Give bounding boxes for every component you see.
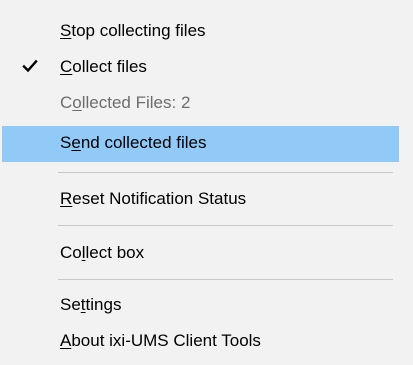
menu-separator (58, 279, 393, 280)
menu-item-about[interactable]: About ixi-UMS Client Tools (2, 324, 399, 360)
menu-item-label: Stop collecting files (60, 21, 206, 40)
checkmark-icon (22, 59, 38, 73)
menu-item-label: About ixi-UMS Client Tools (60, 331, 261, 350)
context-menu: Stop collecting files Collect files Coll… (0, 0, 413, 365)
menu-separator (58, 172, 393, 173)
menu-item-label: Send collected files (60, 133, 207, 152)
menu-item-label: Settings (60, 295, 122, 314)
menu-item-send-collected-files[interactable]: Send collected files (2, 126, 399, 162)
menu-separator (58, 225, 393, 226)
menu-item-collect-box[interactable]: Collect box (2, 236, 399, 272)
menu-item-collect-files[interactable]: Collect files (2, 50, 399, 86)
menu-item-label: Reset Notification Status (60, 189, 247, 208)
menu-item-label: Collect files (60, 57, 147, 76)
menu-item-label: Collected Files: 2 (60, 93, 191, 112)
menu-item-stop-collecting-files[interactable]: Stop collecting files (2, 14, 399, 50)
menu-item-label: Collect box (60, 243, 145, 262)
menu-item-settings[interactable]: Settings (2, 288, 399, 324)
menu-item-collected-files-count: Collected Files: 2 (2, 86, 399, 122)
menu-item-reset-notification-status[interactable]: Reset Notification Status (2, 182, 399, 218)
